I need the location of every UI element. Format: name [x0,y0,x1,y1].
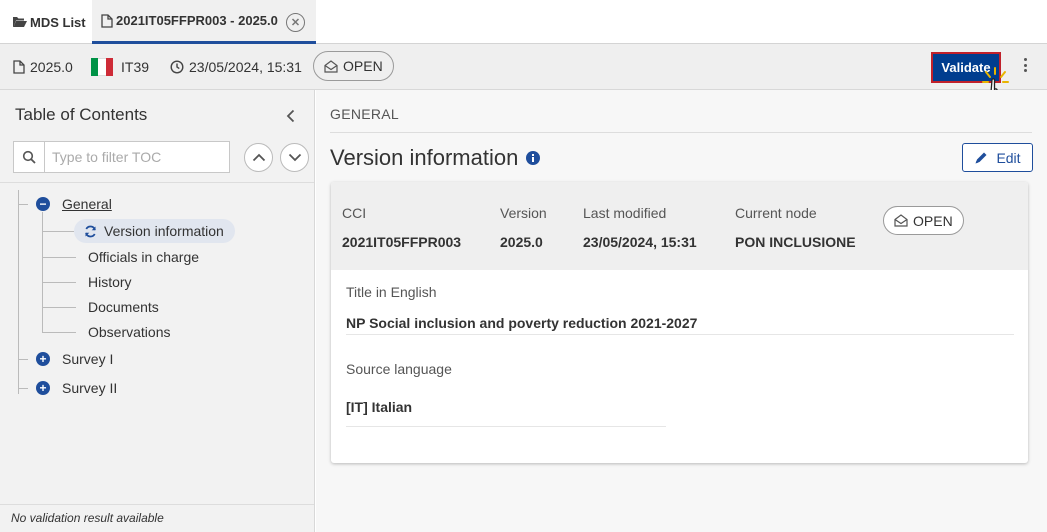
info-version-value: 2025.0 [30,59,73,75]
field-current-node: Current node PON INCLUSIONE [735,205,856,250]
info-version: 2025.0 [13,44,73,90]
edit-button[interactable]: Edit [962,143,1033,172]
main-content: GENERAL Version information Edit CCI 202… [316,90,1047,532]
toc-item-survey-1-label: Survey I [62,351,114,367]
toc-item-history[interactable]: History [88,274,132,290]
field-value: 2021IT05FFPR003 [342,234,462,250]
chevron-up-icon[interactable] [244,143,273,172]
search-icon [14,142,45,172]
info-date: 23/05/2024, 15:31 [170,44,302,90]
more-vertical-icon[interactable] [1021,56,1029,74]
toc-sidebar: Table of Contents − General Version [0,90,315,532]
toc-tree: − General Version information Officials … [0,182,314,412]
field-last-modified: Last modified 23/05/2024, 15:31 [583,205,697,250]
title-english-value: NP Social inclusion and poverty reductio… [346,315,698,331]
tab-active-label: 2021IT05FFPR003 - 2025.0 [116,13,278,28]
tree-line [18,190,27,394]
toc-item-documents-label: Documents [88,299,159,315]
tab-active-document[interactable]: 2021IT05FFPR003 - 2025.0 ✕ [92,0,316,44]
pencil-icon [975,152,987,163]
card-header: CCI 2021IT05FFPR003 Version 2025.0 Last … [331,182,1028,270]
field-value: 2025.0 [500,234,543,250]
plus-circle-icon[interactable]: + [36,352,50,366]
chevron-left-icon[interactable] [286,107,295,128]
tree-line [42,332,76,333]
status-badge-label: OPEN [343,58,383,74]
tree-line [18,388,28,389]
page-title-text: Version information [330,145,519,170]
source-language-value: [IT] Italian [346,399,413,415]
divider [330,132,1032,133]
envelope-open-icon [894,214,908,227]
toc-item-officials-label: Officials in charge [88,249,200,265]
field-label: CCI [342,205,367,221]
tree-line [42,257,76,258]
tab-mds-list-label: MDS List [30,14,86,30]
info-date-value: 23/05/2024, 15:31 [189,59,302,75]
info-country: IT39 [91,44,149,90]
folder-open-icon [13,17,27,27]
validation-status: No validation result available [0,504,314,532]
tree-line [42,231,74,232]
tab-mds-list[interactable]: MDS List [12,0,86,44]
edit-button-label: Edit [996,149,1021,166]
field-label: Version [500,205,547,221]
info-icon[interactable] [526,151,541,165]
tab-bar: MDS List 2021IT05FFPR003 - 2025.0 ✕ [0,0,1047,44]
field-label: Last modified [583,205,667,221]
tree-line [18,359,28,360]
field-value: 23/05/2024, 15:31 [583,234,697,250]
toc-item-survey-1[interactable]: + Survey I [36,351,113,367]
toc-item-observations[interactable]: Observations [88,324,170,340]
toc-item-history-label: History [88,274,132,290]
toc-title: Table of Contents [15,105,148,124]
status-badge: OPEN [313,51,394,81]
divider [346,426,666,427]
toc-filter-input[interactable] [45,149,225,165]
status-badge-label: OPEN [913,212,953,229]
clock-icon [170,60,184,74]
toc-item-version-information[interactable]: Version information [74,219,235,243]
info-country-code: IT39 [121,59,150,75]
field-cci: CCI 2021IT05FFPR003 [342,205,461,250]
minus-circle-icon[interactable]: − [36,197,50,211]
tree-line [18,204,28,205]
source-language-label: Source language [346,361,452,377]
toc-item-officials[interactable]: Officials in charge [88,249,199,265]
toc-search [13,141,230,173]
refresh-icon [85,225,96,237]
page-title: Version information [330,145,541,171]
toc-item-observations-label: Observations [88,324,171,340]
toc-item-general-label: General [62,196,112,212]
chevron-down-icon[interactable] [280,143,309,172]
info-bar: 2025.0 IT39 23/05/2024, 15:31 OPEN [0,44,1047,90]
tree-line [42,307,76,308]
toc-item-version-information-label: Version information [104,223,224,239]
file-icon [13,60,25,74]
field-value: PON INCLUSIONE [735,234,856,250]
tree-line [42,282,76,283]
status-badge: OPEN [883,206,964,235]
toc-item-survey-2-label: Survey II [62,380,118,396]
toc-item-documents[interactable]: Documents [88,299,159,315]
toc-item-general[interactable]: − General [36,196,112,212]
file-icon [101,13,113,28]
toc-item-survey-2[interactable]: + Survey II [36,380,117,396]
envelope-open-icon [324,59,338,73]
plus-circle-icon[interactable]: + [36,381,50,395]
italy-flag-icon [91,58,113,76]
section-label: GENERAL [330,106,400,122]
close-icon[interactable]: ✕ [286,13,305,32]
field-version: Version 2025.0 [500,205,547,250]
version-info-card: CCI 2021IT05FFPR003 Version 2025.0 Last … [331,182,1028,463]
field-label: Current node [735,205,817,221]
title-english-label: Title in English [346,284,437,300]
divider [346,334,1014,335]
